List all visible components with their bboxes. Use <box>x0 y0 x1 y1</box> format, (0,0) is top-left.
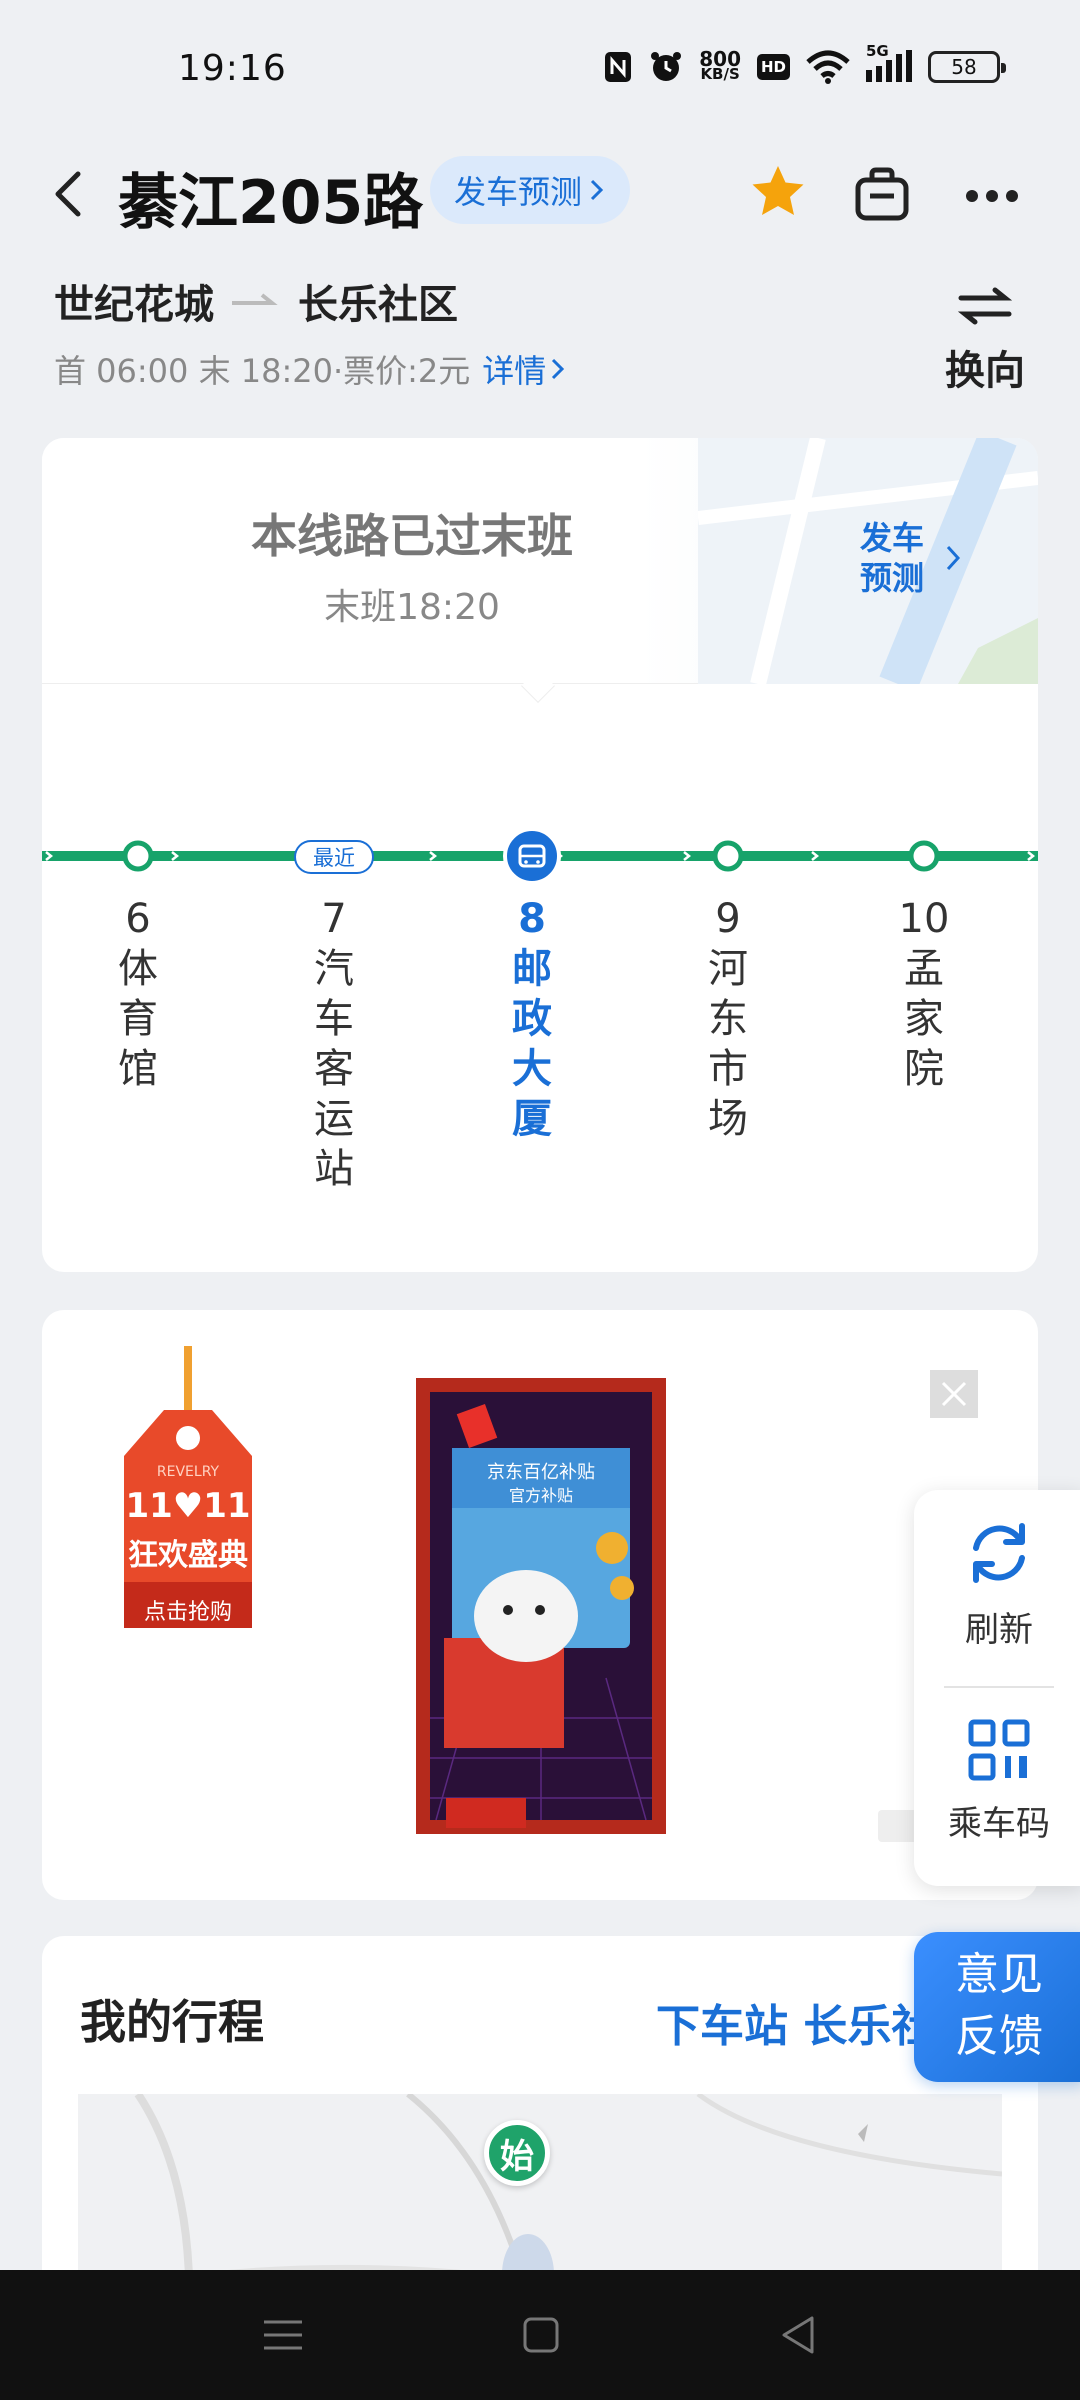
start-pin: 始 <box>484 2120 550 2186</box>
sale-tag-image: REVELRY 11♥11 狂欢盛典 点击抢购 <box>104 1346 274 1646</box>
chevron-right-icon <box>946 545 961 571</box>
ride-code-button[interactable]: 乘车码 <box>914 1718 1080 1845</box>
star-icon[interactable] <box>746 160 810 224</box>
stop-number: 9 <box>715 896 741 942</box>
status-bar: 19:16 800 KB/S HD 5G 58 <box>0 0 1080 140</box>
stop-name: 孟 家 院 <box>904 946 944 1092</box>
stop-number: 8 <box>518 896 546 942</box>
stop-number: 10 <box>898 896 950 942</box>
network-speed: 800 KB/S <box>699 47 741 83</box>
route-track <box>42 827 1038 885</box>
route-arrow-icon <box>232 293 278 305</box>
stop-name: 河 东 市 场 <box>708 946 748 1142</box>
stop-dot-10 <box>908 840 940 872</box>
swap-icon <box>957 287 1013 325</box>
service-status: 本线路已过末班 <box>251 509 573 563</box>
stop-item[interactable]: 9 河 东 市 场 <box>668 894 788 1144</box>
stop-item[interactable]: 10 孟 家 院 <box>864 894 984 1094</box>
feedback-button[interactable]: 意见 反馈 <box>914 1932 1080 2082</box>
route-to: 长乐社区 <box>298 282 458 328</box>
more-icon[interactable] <box>960 164 1024 228</box>
refresh-icon <box>973 1523 1025 1583</box>
floating-tools-panel: 刷新 乘车码 <box>914 1490 1080 1886</box>
refresh-button[interactable]: 刷新 <box>914 1518 1080 1651</box>
chevron-right-icon <box>552 358 565 380</box>
swap-label: 换向 <box>945 348 1025 394</box>
promo-image: 京东百亿补贴 官方补贴 <box>416 1378 666 1834</box>
top-app-bar: 綦江205路 发车预测 <box>0 140 1080 260</box>
back-nav-icon[interactable] <box>774 2310 824 2360</box>
departure-prediction-label: 发车预测 <box>454 173 583 211</box>
stop-name: 汽 车 客 运 站 <box>314 946 354 1192</box>
swap-direction-button[interactable]: 换向 <box>940 286 1030 396</box>
bag-icon[interactable] <box>850 162 914 226</box>
chevron-right-icon <box>590 179 604 201</box>
qr-code-icon <box>968 1719 1030 1781</box>
menu-icon[interactable] <box>258 2310 308 2360</box>
stop-name: 体 育 馆 <box>118 946 158 1092</box>
page-title: 綦江205路 <box>118 168 424 238</box>
stop-dot-6 <box>122 840 154 872</box>
close-icon <box>941 1381 967 1407</box>
route-schedule: 首 06:00 末 18:20·票价:2元 详情 <box>54 346 566 392</box>
schedule-text: 首 06:00 末 18:20·票价:2元 <box>54 352 471 390</box>
stop-dot-9 <box>712 840 744 872</box>
home-icon[interactable] <box>516 2310 566 2360</box>
alarm-icon <box>649 50 683 84</box>
system-navigation-bar <box>0 2270 1080 2400</box>
divider <box>944 1686 1054 1688</box>
hd-icon: HD <box>756 54 790 80</box>
line-status-header: 本线路已过末班 末班18:20 发车 预测 <box>42 438 1038 684</box>
status-icons: 800 KB/S HD 5G 58 <box>603 42 1006 84</box>
stop-item[interactable]: 7 汽 车 客 运 站 <box>274 894 394 1194</box>
departure-prediction-link[interactable]: 发车 预测 <box>860 518 962 598</box>
wifi-icon <box>806 50 850 84</box>
back-icon[interactable] <box>40 164 100 224</box>
stop-number: 7 <box>321 896 347 942</box>
stop-item-current[interactable]: 8 邮 政 大 厦 <box>472 894 592 1144</box>
nearest-badge: 最近 <box>294 840 374 874</box>
last-bus-time: 末班18:20 <box>324 587 500 628</box>
route-endpoints: 世纪花城 长乐社区 <box>54 272 458 330</box>
nfc-icon <box>603 50 633 84</box>
clock: 19:16 <box>178 48 287 89</box>
battery-icon: 58 <box>928 51 1006 83</box>
ad-banner[interactable]: REVELRY 11♥11 狂欢盛典 点击抢购 京东百亿补贴 官方补贴 <box>42 1310 1038 1900</box>
stop-number: 6 <box>125 896 151 942</box>
departure-prediction-button[interactable]: 发车预测 <box>430 156 631 224</box>
ad-close-button[interactable] <box>930 1370 978 1418</box>
trip-title: 我的行程 <box>80 1995 264 2049</box>
stop-name: 邮 政 大 厦 <box>512 946 552 1142</box>
stop-item[interactable]: 6 体 育 馆 <box>78 894 198 1094</box>
line-status-card: 本线路已过末班 末班18:20 发车 预测 最近 6 体 育 馆 7 汽 车 客… <box>42 438 1038 1272</box>
refresh-label: 刷新 <box>965 1610 1033 1650</box>
details-link[interactable]: 详情 <box>482 346 566 392</box>
ride-code-label: 乘车码 <box>948 1804 1050 1844</box>
route-from: 世纪花城 <box>54 282 214 328</box>
cellular-signal-icon: 5G <box>866 42 912 84</box>
